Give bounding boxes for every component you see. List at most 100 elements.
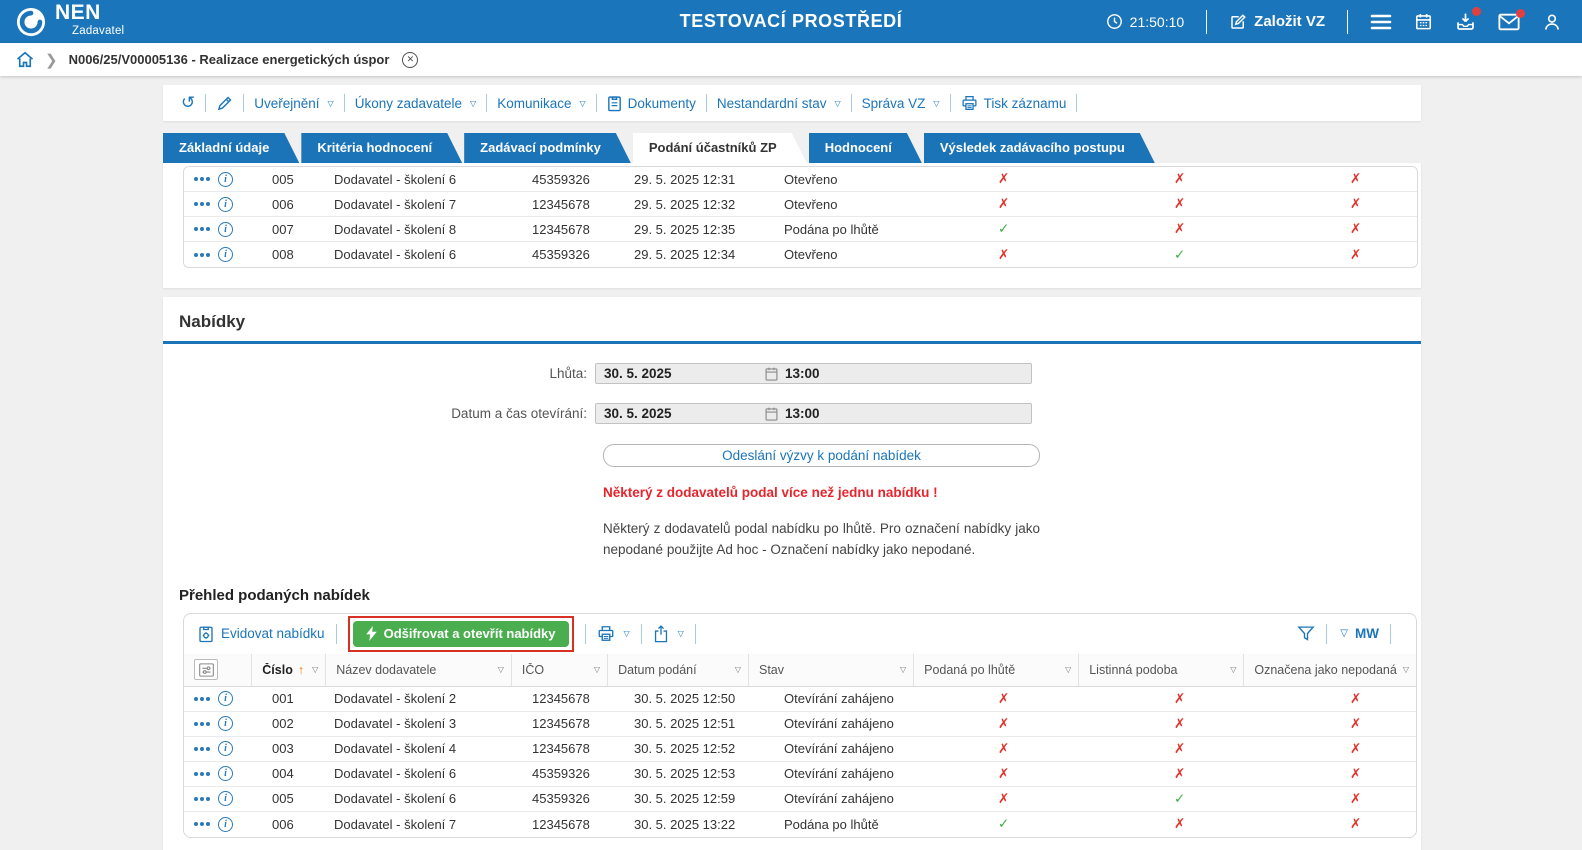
menu-nestandardni-stav[interactable]: Nestandardní stav▽: [717, 96, 841, 111]
row-actions-icon[interactable]: [194, 202, 210, 206]
info-icon[interactable]: i: [218, 197, 233, 212]
tab-zadavaci-podminky[interactable]: Zadávací podmínky: [464, 133, 631, 163]
deadline-time-value[interactable]: 13:00: [785, 366, 820, 381]
column-header-cislo[interactable]: Číslo ↑ ▽: [252, 654, 326, 686]
cell-date: 29. 5. 2025 12:32: [634, 197, 784, 212]
column-header-listinna-podoba[interactable]: Listinná podoba▽: [1079, 654, 1244, 686]
opening-date-value[interactable]: 30. 5. 2025: [596, 406, 765, 421]
filter-chevron-icon[interactable]: ▽: [306, 665, 318, 674]
filter-chevron-icon[interactable]: ▽: [1397, 665, 1409, 674]
info-icon[interactable]: i: [218, 791, 233, 806]
cell-paper-mark: ✗: [1136, 716, 1312, 732]
calendar-icon[interactable]: [765, 407, 778, 421]
menu-button[interactable]: [1370, 13, 1392, 31]
calendar-button[interactable]: [1414, 12, 1433, 31]
row-actions-icon[interactable]: [194, 697, 210, 701]
nen-logo[interactable]: NEN Zadavatel: [16, 4, 124, 40]
filter-chevron-icon[interactable]: ▽: [894, 665, 906, 674]
filter-chevron-icon[interactable]: ▽: [1059, 665, 1071, 674]
profile-button[interactable]: [1542, 12, 1562, 32]
cell-status: Otevřeno: [784, 247, 960, 262]
table-row[interactable]: i 003 Dodavatel - školení 4 12345678 30.…: [184, 737, 1416, 762]
send-invite-button[interactable]: Odeslání výzvy k podání nabídek: [603, 444, 1040, 467]
table-row[interactable]: i 001 Dodavatel - školení 2 12345678 30.…: [184, 687, 1416, 712]
table-row[interactable]: i 005 Dodavatel - školení 6 45359326 29.…: [184, 167, 1417, 192]
info-icon[interactable]: i: [218, 172, 233, 187]
filter-icon[interactable]: [1297, 625, 1315, 642]
opening-field[interactable]: 30. 5. 2025 13:00: [595, 403, 1032, 424]
filter-chevron-icon[interactable]: ▽: [588, 665, 600, 674]
submitted-offers-title: Přehled podaných nabídek: [179, 587, 1421, 604]
tab-vysledek[interactable]: Výsledek zadávacího postupu: [924, 133, 1155, 163]
refresh-button[interactable]: ↺: [181, 95, 195, 112]
user-initials[interactable]: MW: [1355, 626, 1379, 641]
column-settings-icon[interactable]: [194, 659, 218, 680]
table-row[interactable]: i 004 Dodavatel - školení 6 45359326 30.…: [184, 762, 1416, 787]
table-row[interactable]: i 002 Dodavatel - školení 3 12345678 30.…: [184, 712, 1416, 737]
row-actions-icon[interactable]: [194, 722, 210, 726]
menu-sprava-vz[interactable]: Správa VZ▽: [862, 96, 940, 111]
row-actions-icon[interactable]: [194, 797, 210, 801]
register-offer-button[interactable]: Evidovat nabídku: [198, 625, 325, 643]
export-button[interactable]: ▽: [653, 625, 684, 643]
filter-chevron-icon[interactable]: ▽: [492, 665, 504, 674]
cell-unsubmitted-mark: ✗: [1312, 716, 1416, 732]
tab-kriteria-hodnoceni[interactable]: Kritéria hodnocení: [301, 133, 462, 163]
breadcrumb-item[interactable]: N006/25/V00005136 - Realizace energetick…: [69, 52, 390, 67]
messages-button[interactable]: [1498, 13, 1520, 31]
info-icon[interactable]: i: [218, 766, 233, 781]
edit-record-button[interactable]: [216, 95, 233, 112]
row-actions-icon[interactable]: [194, 227, 210, 231]
cell-date: 29. 5. 2025 12:35: [634, 222, 784, 237]
row-actions-icon[interactable]: [194, 177, 210, 181]
menu-komunikace[interactable]: Komunikace▽: [497, 96, 585, 111]
column-header-ico[interactable]: IČO▽: [512, 654, 608, 686]
tab-podani-ucastniku[interactable]: Podání účastníků ZP: [633, 133, 807, 163]
calendar-icon[interactable]: [765, 367, 778, 381]
info-icon[interactable]: i: [218, 741, 233, 756]
info-icon[interactable]: i: [218, 817, 233, 832]
cell-ico: 12345678: [532, 741, 634, 756]
table-row[interactable]: i 006 Dodavatel - školení 7 12345678 30.…: [184, 812, 1416, 837]
filter-chevron-icon[interactable]: ▽: [729, 665, 741, 674]
menu-uverejneni[interactable]: Uveřejnění▽: [254, 96, 333, 111]
row-actions-icon[interactable]: [194, 747, 210, 751]
row-actions-icon[interactable]: [194, 772, 210, 776]
row-actions-icon[interactable]: [194, 822, 210, 826]
menu-ukony-zadavatele[interactable]: Úkony zadavatele▽: [355, 96, 476, 111]
column-header-datum[interactable]: Datum podání▽: [608, 654, 749, 686]
print-table-button[interactable]: ▽: [597, 625, 630, 642]
column-header-oznacena[interactable]: Označena jako nepodaná▽: [1244, 654, 1416, 686]
column-settings[interactable]: [184, 654, 252, 686]
column-header-nazev[interactable]: Název dodavatele▽: [326, 654, 512, 686]
deadline-field[interactable]: 30. 5. 2025 13:00: [595, 363, 1032, 384]
table-row[interactable]: i 008 Dodavatel - školení 6 45359326 29.…: [184, 242, 1417, 267]
tab-zakladni-udaje[interactable]: Základní údaje: [163, 133, 299, 163]
user-view-chevron-icon[interactable]: ▽: [1340, 628, 1348, 639]
decrypt-open-button[interactable]: Odšifrovat a otevřít nabídky: [353, 621, 569, 647]
info-icon[interactable]: i: [218, 247, 233, 262]
deadline-date-value[interactable]: 30. 5. 2025: [596, 366, 765, 381]
info-icon[interactable]: i: [218, 691, 233, 706]
cell-ico: 45359326: [532, 766, 634, 781]
downloads-button[interactable]: [1455, 11, 1476, 32]
opening-time-value[interactable]: 13:00: [785, 406, 820, 421]
info-icon[interactable]: i: [218, 222, 233, 237]
table-row[interactable]: i 005 Dodavatel - školení 6 45359326 30.…: [184, 787, 1416, 812]
table-row[interactable]: i 006 Dodavatel - školení 7 12345678 29.…: [184, 192, 1417, 217]
create-vz-button[interactable]: Založit VZ: [1229, 13, 1325, 31]
tab-hodnoceni[interactable]: Hodnocení: [809, 133, 922, 163]
row-actions-icon[interactable]: [194, 253, 210, 257]
close-record-icon[interactable]: ✕: [402, 52, 418, 68]
print-record-button[interactable]: Tisk záznamu: [961, 95, 1067, 111]
filter-chevron-icon[interactable]: ▽: [1224, 665, 1236, 674]
home-icon[interactable]: [16, 51, 34, 68]
cell-late-mark: ✗: [960, 247, 1136, 263]
table-row[interactable]: i 007 Dodavatel - školení 8 12345678 29.…: [184, 217, 1417, 242]
column-header-podana-po-lhute[interactable]: Podaná po lhůtě▽: [914, 654, 1079, 686]
chevron-down-icon: ▽: [470, 99, 476, 108]
deadline-label: Lhůta:: [163, 366, 595, 381]
column-header-stav[interactable]: Stav▽: [749, 654, 914, 686]
menu-dokumenty[interactable]: Dokumenty: [607, 95, 696, 112]
info-icon[interactable]: i: [218, 716, 233, 731]
